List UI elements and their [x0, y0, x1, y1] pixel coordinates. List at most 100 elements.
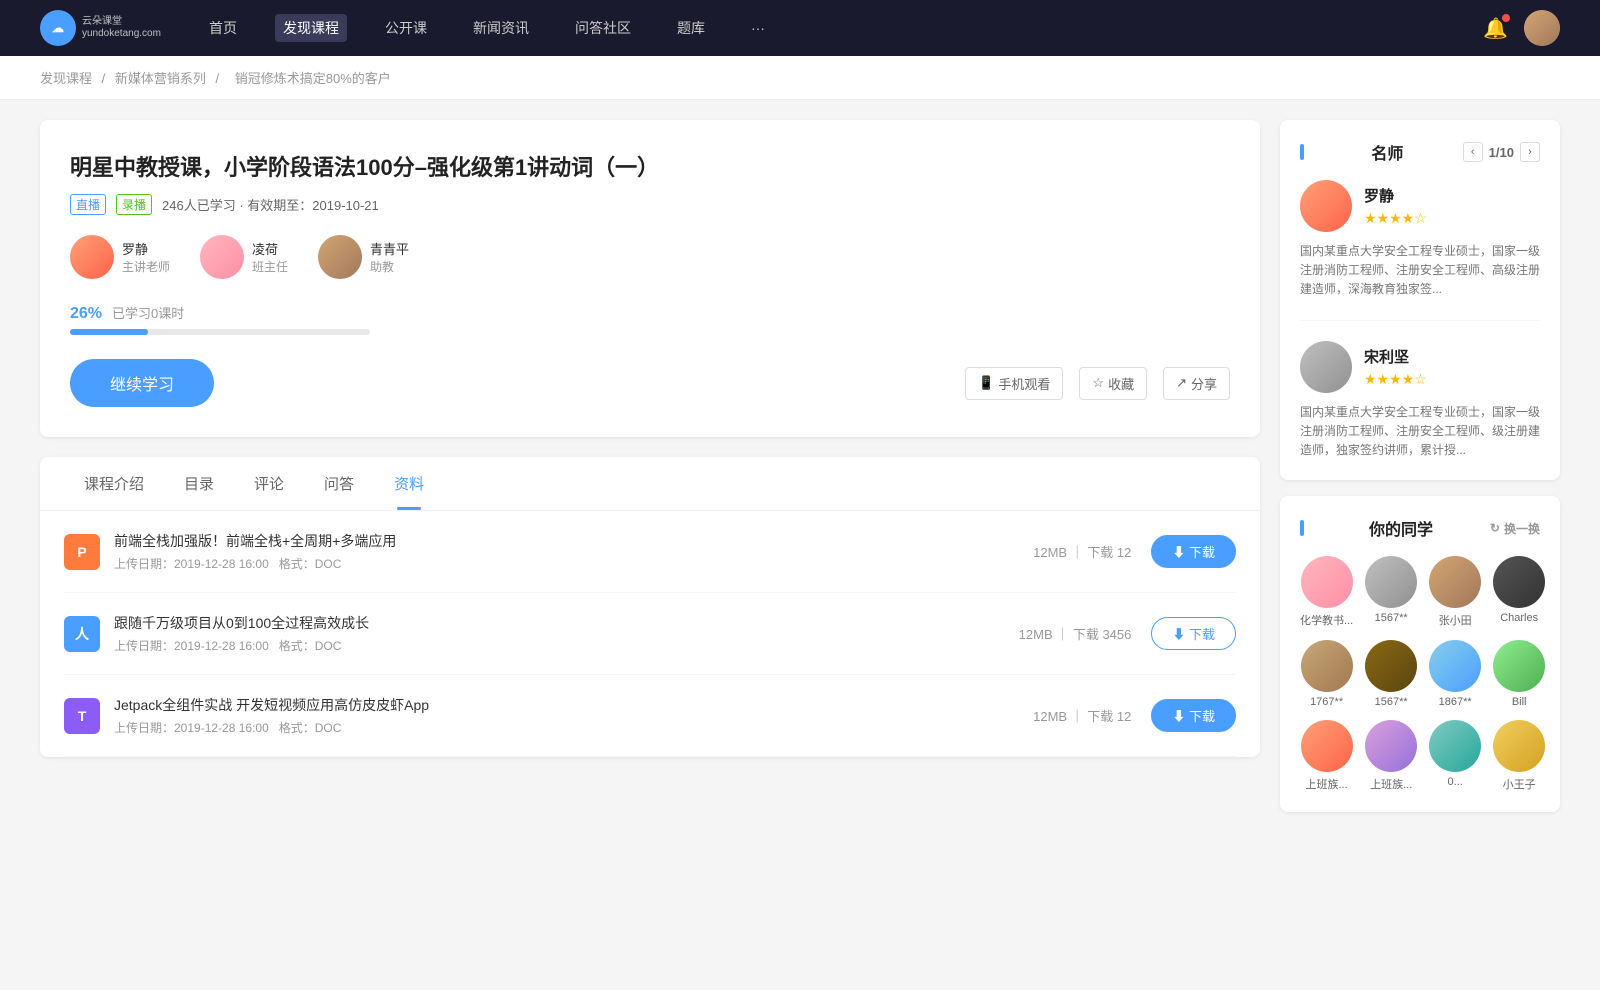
nav-item-···[interactable]: ··· — [743, 16, 773, 40]
classmate-avatar-4 — [1301, 640, 1353, 692]
sidebar-title-left: 名师 — [1371, 140, 1403, 164]
sidebar-pagination: ‹ 1/10 › — [1463, 142, 1540, 162]
nav-item-问答社区[interactable]: 问答社区 — [567, 14, 639, 42]
progress-bar-fill — [70, 329, 148, 335]
breadcrumb-sep-2: / — [216, 71, 223, 86]
classmate-avatar-5 — [1365, 640, 1417, 692]
classmates-title-left: 你的同学 — [1369, 516, 1433, 540]
progress-label: 26%已学习0课时 — [70, 305, 184, 322]
nav-item-新闻资讯[interactable]: 新闻资讯 — [465, 14, 537, 42]
notification-bell[interactable]: 🔔 — [1483, 16, 1508, 41]
user-avatar[interactable] — [1524, 10, 1560, 46]
classmate-item-7[interactable]: Bill — [1493, 640, 1545, 708]
tab-目录[interactable]: 目录 — [164, 457, 234, 510]
nav-item-首页[interactable]: 首页 — [201, 14, 245, 42]
progress-section: 26%已学习0课时 — [70, 303, 1230, 335]
classmate-item-2[interactable]: 张小田 — [1429, 556, 1481, 628]
collect-button[interactable]: ☆ 收藏 — [1079, 367, 1147, 400]
nav-item-发现课程[interactable]: 发现课程 — [275, 14, 347, 42]
breadcrumb-link-2[interactable]: 新媒体营销系列 — [115, 71, 206, 86]
sidebar-teacher-desc-1: 国内某重点大学安全工程专业硕士，国家一级注册消防工程师、注册安全工程师、级注册建… — [1300, 403, 1540, 461]
logo-text: 云朵课堂 yundoketang.com — [82, 16, 161, 40]
classmate-item-5[interactable]: 1567** — [1365, 640, 1417, 708]
sidebar-teacher-stars-0: ★★★★☆ — [1364, 210, 1427, 227]
classmate-name-7: Bill — [1512, 696, 1527, 708]
classmate-avatar-7 — [1493, 640, 1545, 692]
next-page-button[interactable]: › — [1520, 142, 1540, 162]
main-layout: 明星中教授课，小学阶段语法100分–强化级第1讲动词（一） 直播 录播 246人… — [0, 100, 1600, 848]
resource-info-0: 前端全栈加强版！前端全栈+全周期+多端应用 上传日期：2019-12-28 16… — [114, 531, 1033, 572]
resource-stats-0: 12MB ｜ 下载 12 — [1033, 542, 1131, 561]
logo[interactable]: ☁ 云朵课堂 yundoketang.com — [40, 10, 161, 46]
action-buttons: 📱 手机观看 ☆ 收藏 ↗ 分享 — [965, 367, 1230, 400]
teachers-row: 罗静 主讲老师 凌荷 班主任 青青平 助教 — [70, 235, 1230, 279]
tab-评论[interactable]: 评论 — [234, 457, 304, 510]
course-actions: 继续学习 📱 手机观看 ☆ 收藏 ↗ 分享 — [70, 359, 1230, 407]
tabs-section: 课程介绍目录评论问答资料 P 前端全栈加强版！前端全栈+全周期+多端应用 上传日… — [40, 457, 1260, 757]
sidebar-teacher-1: 宋利坚 ★★★★☆ 国内某重点大学安全工程专业硕士，国家一级注册消防工程师、注册… — [1300, 341, 1540, 461]
teachers-sidebar-list: 罗静 ★★★★☆ 国内某重点大学安全工程专业硕士，国家一级注册消防工程师、注册安… — [1300, 180, 1540, 460]
teacher-0: 罗静 主讲老师 — [70, 235, 170, 279]
tag-live: 直播 — [70, 194, 106, 215]
prev-page-button[interactable]: ‹ — [1463, 142, 1483, 162]
breadcrumb-current: 销冠修炼术搞定80%的客户 — [235, 71, 391, 86]
course-title: 明星中教授课，小学阶段语法100分–强化级第1讲动词（一） — [70, 150, 1230, 182]
classmate-avatar-9 — [1365, 720, 1417, 772]
progress-bar-bg — [70, 329, 370, 335]
resource-name-0: 前端全栈加强版！前端全栈+全周期+多端应用 — [114, 531, 1033, 551]
breadcrumb: 发现课程 / 新媒体营销系列 / 销冠修炼术搞定80%的客户 — [0, 56, 1600, 100]
classmate-name-4: 1767** — [1310, 696, 1343, 708]
resource-meta-1: 上传日期：2019-12-28 16:00 格式：DOC — [114, 637, 1019, 654]
notification-dot — [1502, 14, 1510, 22]
tab-课程介绍[interactable]: 课程介绍 — [64, 457, 164, 510]
download-button-0[interactable]: ⬇ 下载 — [1151, 535, 1236, 568]
sidebar-teacher-desc-0: 国内某重点大学安全工程专业硕士，国家一级注册消防工程师、注册安全工程师、高级注册… — [1300, 242, 1540, 300]
classmate-name-2: 张小田 — [1439, 612, 1472, 628]
classmate-name-0: 化学教书... — [1300, 612, 1353, 628]
refresh-classmates-button[interactable]: ↻ 换一换 — [1490, 520, 1540, 537]
resource-meta-0: 上传日期：2019-12-28 16:00 格式：DOC — [114, 555, 1033, 572]
nav-item-公开课[interactable]: 公开课 — [377, 14, 435, 42]
classmate-name-1: 1567** — [1375, 612, 1408, 624]
classmate-item-9[interactable]: 上班族... — [1365, 720, 1417, 792]
sidebar-teacher-name-1: 宋利坚 — [1364, 346, 1427, 367]
download-button-2[interactable]: ⬇ 下载 — [1151, 699, 1236, 732]
classmates-card: 你的同学 ↻ 换一换 化学教书... 1567** 张小田 Charles 17… — [1280, 496, 1560, 812]
teacher-role-1: 班主任 — [252, 258, 288, 275]
continue-learning-button[interactable]: 继续学习 — [70, 359, 214, 407]
sidebar-teacher-info-0: 罗静 ★★★★☆ — [1364, 185, 1427, 227]
sidebar-classmates-title: 你的同学 ↻ 换一换 — [1300, 516, 1540, 540]
classmate-item-10[interactable]: 0... — [1429, 720, 1481, 792]
teacher-info-1: 凌荷 班主任 — [252, 239, 288, 275]
classmate-avatar-1 — [1365, 556, 1417, 608]
teacher-avatar-1 — [200, 235, 244, 279]
classmate-item-8[interactable]: 上班族... — [1300, 720, 1353, 792]
resource-name-1: 跟随千万级项目从0到100全过程高效成长 — [114, 613, 1019, 633]
sidebar-teacher-avatar-1 — [1300, 341, 1352, 393]
sidebar-teacher-info-1: 宋利坚 ★★★★☆ — [1364, 346, 1427, 388]
star-icon: ☆ — [1092, 375, 1104, 391]
mobile-view-button[interactable]: 📱 手机观看 — [965, 367, 1063, 400]
teacher-2: 青青平 助教 — [318, 235, 409, 279]
classmate-name-6: 1867** — [1439, 696, 1472, 708]
tab-资料[interactable]: 资料 — [374, 457, 444, 510]
breadcrumb-link-1[interactable]: 发现课程 — [40, 71, 92, 86]
course-meta-text: 246人已学习 · 有效期至：2019-10-21 — [162, 195, 379, 214]
resource-stats-2: 12MB ｜ 下载 12 — [1033, 706, 1131, 725]
classmate-item-4[interactable]: 1767** — [1300, 640, 1353, 708]
tab-问答[interactable]: 问答 — [304, 457, 374, 510]
teacher-avatar-2 — [318, 235, 362, 279]
logo-icon: ☁ — [40, 10, 76, 46]
classmate-item-1[interactable]: 1567** — [1365, 556, 1417, 628]
classmate-item-3[interactable]: Charles — [1493, 556, 1545, 628]
classmate-item-6[interactable]: 1867** — [1429, 640, 1481, 708]
share-button[interactable]: ↗ 分享 — [1163, 367, 1230, 400]
teachers-sidebar-card: 名师 ‹ 1/10 › 罗静 ★★★★☆ 国内某重点大学安全工程专业硕士，国家一… — [1280, 120, 1560, 480]
classmate-item-11[interactable]: 小王子 — [1493, 720, 1545, 792]
navigation: ☁ 云朵课堂 yundoketang.com 首页 发现课程 公开课 新闻资讯 问答社区… — [0, 0, 1600, 56]
sidebar-teacher-avatar-0 — [1300, 180, 1352, 232]
download-button-1[interactable]: ⬇ 下载 — [1151, 617, 1236, 650]
nav-item-题库[interactable]: 题库 — [669, 14, 713, 42]
classmate-item-0[interactable]: 化学教书... — [1300, 556, 1353, 628]
teacher-info-2: 青青平 助教 — [370, 239, 409, 275]
